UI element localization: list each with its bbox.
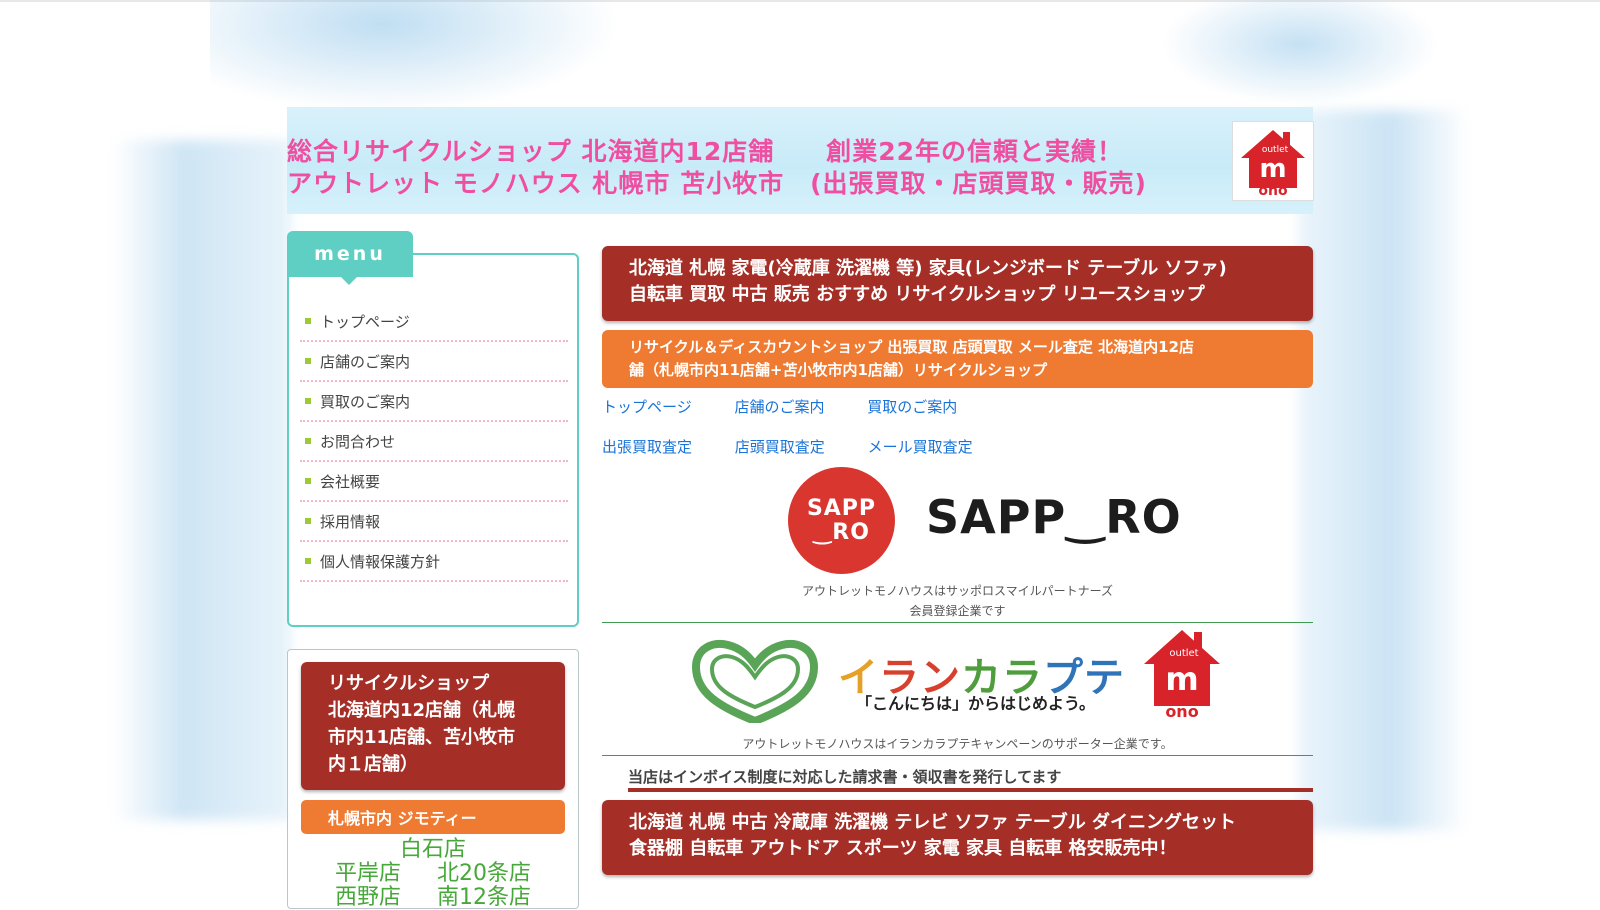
store-link-kita20[interactable]: 北20条店 <box>437 862 531 886</box>
cloud-column-left <box>112 140 292 820</box>
invoice-notice: 当店はインボイス制度に対応した請求書・領収書を発行してます <box>628 768 1062 786</box>
bullet-icon <box>305 318 311 324</box>
sidebar-item-top[interactable]: トップページ <box>300 302 568 342</box>
sale-red-banner-line-1: 北海道 札幌 中古 冷蔵庫 洗濯機 テレビ ソファ テーブル ダイニングセット <box>629 812 1237 833</box>
sidebar-item-label: 個人情報保護方針 <box>320 552 441 571</box>
sidebar-item-privacy[interactable]: 個人情報保護方針 <box>300 542 568 582</box>
sidebar-item-company[interactable]: 会社概要 <box>300 462 568 502</box>
store-link-minami12[interactable]: 南12条店 <box>437 886 531 910</box>
sidebar-item-label: トップページ <box>320 312 410 331</box>
ilankarapte-caption: アウトレットモノハウスはイランカラプテキャンペーンのサポーター企業です。 <box>742 737 1173 751</box>
bullet-icon <box>305 398 311 404</box>
cloud-column-right <box>1298 110 1468 830</box>
nav-links-row-1: トップページ 店舗のご案内 買取のご案内 <box>602 396 995 417</box>
main-orange-banner-line-2: 舗（札幌市内11店舗+苫小牧市内1店舗）リサイクルショップ <box>629 361 1048 379</box>
invoice-underline <box>628 788 1313 792</box>
svg-text:ono: ono <box>1258 183 1288 199</box>
nav-link-visit-appraisal[interactable]: 出張買取査定 <box>602 438 692 456</box>
cloud-top-left <box>210 0 640 120</box>
nav-link-store-appraisal[interactable]: 店頭買取査定 <box>735 438 825 456</box>
store-list: 白石店 平岸店 北20条店 西野店 南12条店 <box>301 838 565 910</box>
main-orange-banner: リサイクル＆ディスカウントショップ 出張買取 店頭買取 メール査定 北海道内12… <box>602 330 1313 388</box>
ilankarapte-subtitle: 「こんにちは」からはじめよう。 <box>856 694 1096 713</box>
jimoty-banner[interactable]: 札幌市内 ジモティー <box>301 800 565 834</box>
sale-red-banner: 北海道 札幌 中古 冷蔵庫 洗濯機 テレビ ソファ テーブル ダイニングセット … <box>602 800 1313 875</box>
svg-text:m: m <box>1259 154 1286 184</box>
sidebar-item-label: 買取のご案内 <box>320 392 411 411</box>
menu-tab-arrow-icon <box>341 277 357 285</box>
sidebar-item-label: 会社概要 <box>320 472 381 491</box>
main-red-banner: 北海道 札幌 家電(冷蔵庫 洗濯機 等) 家具(レンジボード テーブル ソファ)… <box>602 246 1313 321</box>
nav-link-mail-appraisal[interactable]: メール買取査定 <box>868 438 973 456</box>
store-link-hiragishi[interactable]: 平岸店 <box>335 862 437 886</box>
bullet-icon <box>305 558 311 564</box>
divider <box>602 755 1313 756</box>
recycle-shop-line-4: 内１店舗） <box>328 754 418 775</box>
store-link-nishino[interactable]: 西野店 <box>335 886 437 910</box>
svg-text:ono: ono <box>1165 702 1198 718</box>
sale-red-banner-line-2: 食器棚 自転車 アウトドア スポーツ 家電 家具 自転車 格安販売中！ <box>629 838 1177 859</box>
mono-house-logo[interactable]: outlet m ono <box>1232 121 1314 201</box>
bullet-icon <box>305 438 311 444</box>
recycle-shop-line-1: リサイクルショップ <box>328 673 490 694</box>
sapporo-wordmark[interactable]: SAPP‿RO <box>926 490 1182 544</box>
nav-link-stores[interactable]: 店舗のご案内 <box>734 398 824 416</box>
house-logo-icon: outlet m ono <box>1241 130 1305 199</box>
main-orange-banner-line-1: リサイクル＆ディスカウントショップ 出張買取 店頭買取 メール査定 北海道内12… <box>629 338 1194 356</box>
sidebar-menu-list: トップページ 店舗のご案内 買取のご案内 お問合わせ 会社概要 採用情報 個人情… <box>300 302 568 582</box>
recycle-shop-line-3: 市内11店舗、苫小牧市 <box>328 727 516 748</box>
nav-link-top[interactable]: トップページ <box>602 398 692 416</box>
sidebar-item-stores[interactable]: 店舗のご案内 <box>300 342 568 382</box>
main-red-banner-line-2: 自転車 買取 中古 販売 おすすめ リサイクルショップ リユースショップ <box>629 284 1205 305</box>
nav-links-row-2: 出張買取査定 店頭買取査定 メール買取査定 <box>602 436 1011 457</box>
recycle-shop-line-2: 北海道内12店舗（札幌 <box>328 700 516 721</box>
sapporo-caption-2: 会員登録企業です <box>909 604 1006 618</box>
sapporo-circle-bottom: ‿RO <box>813 519 870 545</box>
sidebar-item-buying[interactable]: 買取のご案内 <box>300 382 568 422</box>
sidebar-item-recruit[interactable]: 採用情報 <box>300 502 568 542</box>
bullet-icon <box>305 518 311 524</box>
bullet-icon <box>305 358 311 364</box>
svg-text:outlet: outlet <box>1169 648 1198 659</box>
store-link-shiroishi[interactable]: 白石店 <box>301 838 565 862</box>
recycle-shop-banner[interactable]: リサイクルショップ 北海道内12店舗（札幌 市内11店舗、苫小牧市 内１店舗） <box>301 662 565 790</box>
nav-link-buying[interactable]: 買取のご案内 <box>867 398 957 416</box>
sapporo-caption-1: アウトレットモノハウスはサッポロスマイルパートナーズ <box>801 584 1114 598</box>
header-line-2: アウトレット モノハウス 札幌市 苫小牧市 (出張買取・店頭買取・販売) <box>287 169 1147 198</box>
menu-title: menu <box>314 243 386 265</box>
sidebar-item-label: 採用情報 <box>320 512 381 531</box>
sapporo-circle-logo[interactable]: SAPP ‿RO <box>788 467 895 574</box>
cloud-top-right <box>1150 0 1450 110</box>
mono-house-logo-small-icon[interactable]: outlet m ono <box>1140 626 1224 718</box>
sidebar-item-contact[interactable]: お問合わせ <box>300 422 568 462</box>
main-red-banner-line-1: 北海道 札幌 家電(冷蔵庫 洗濯機 等) 家具(レンジボード テーブル ソファ) <box>629 258 1227 279</box>
sidebar-item-label: お問合わせ <box>320 432 396 451</box>
menu-tab: menu <box>287 231 413 285</box>
divider <box>602 622 1313 623</box>
bullet-icon <box>305 478 311 484</box>
site-header: 総合リサイクルショップ 北海道内12店舗 創業22年の信頼と実績！ アウトレット… <box>287 107 1314 214</box>
sidebar-item-label: 店舗のご案内 <box>320 352 411 371</box>
header-line-1: 総合リサイクルショップ 北海道内12店舗 創業22年の信頼と実績！ <box>287 137 1124 166</box>
svg-text:m: m <box>1165 660 1198 698</box>
sapporo-circle-top: SAPP <box>806 495 877 521</box>
ilankarapte-heart-icon[interactable] <box>690 637 820 723</box>
